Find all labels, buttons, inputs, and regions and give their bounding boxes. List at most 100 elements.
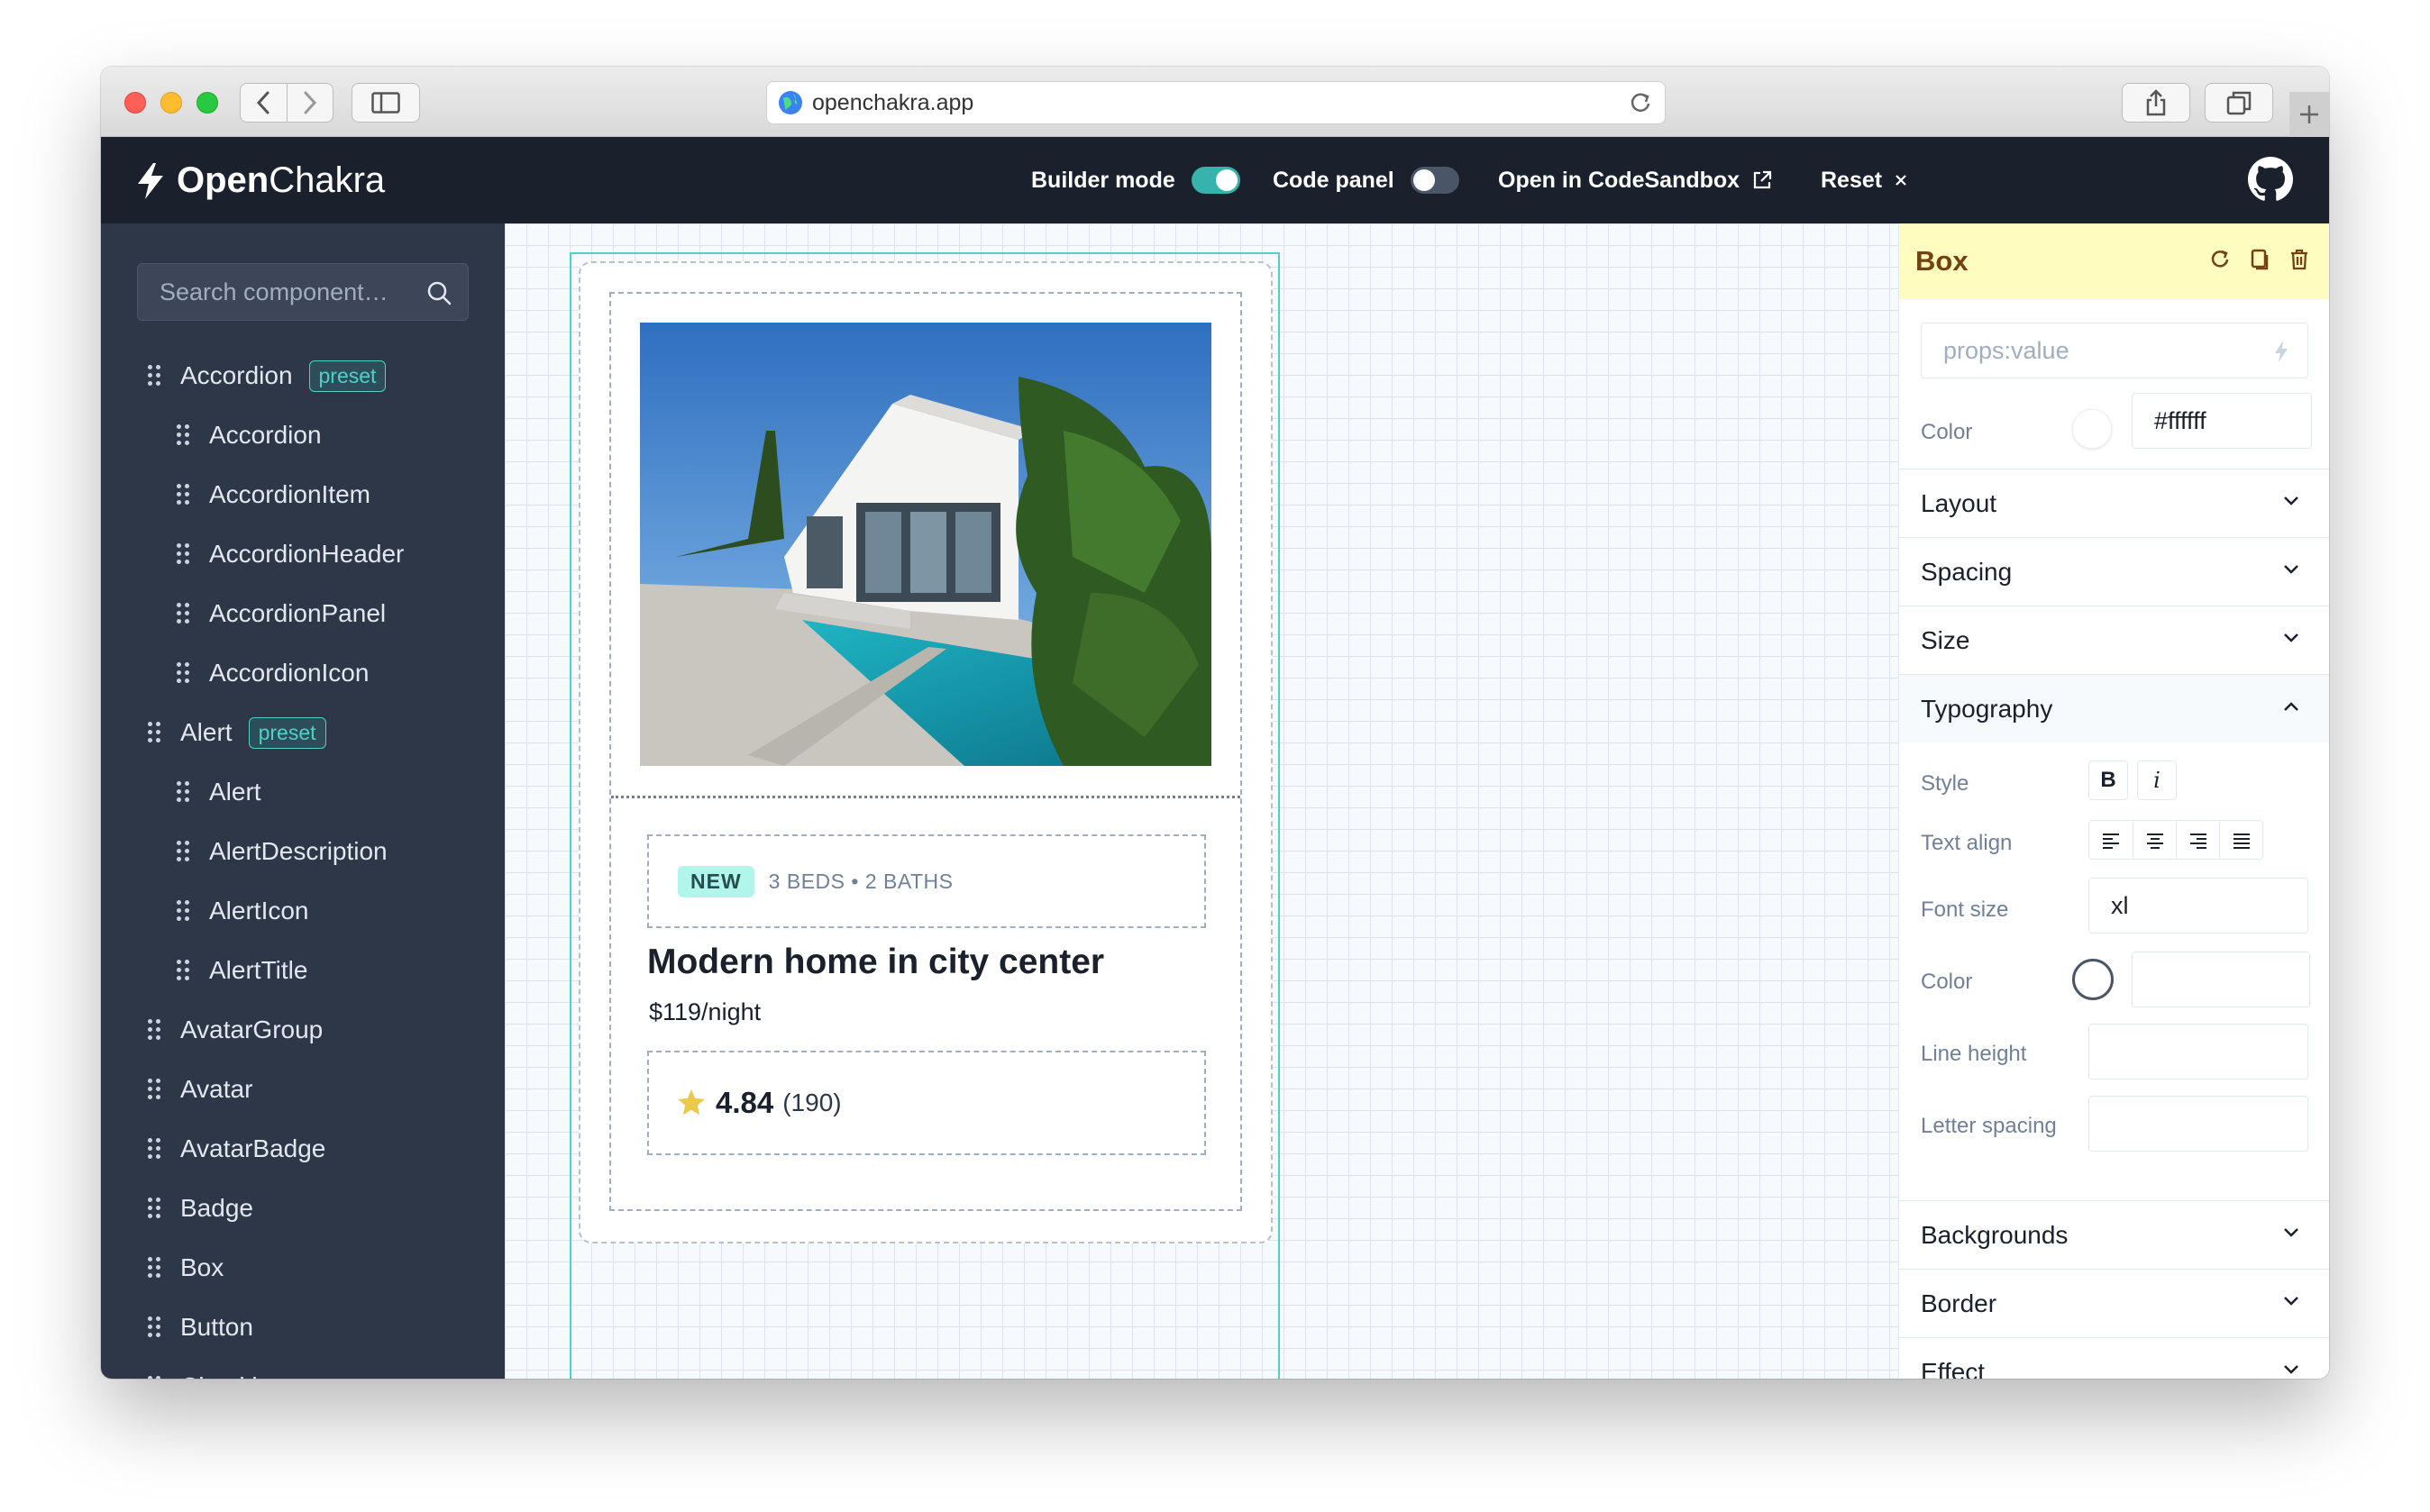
sidebar-item[interactable]: Checkbox	[101, 1357, 505, 1379]
code-panel-toggle[interactable]	[1410, 167, 1459, 194]
sidebar-item[interactable]: AvatarBadge	[101, 1119, 505, 1179]
drag-handle-icon[interactable]	[177, 543, 189, 565]
sidebar-item[interactable]: AvatarGroup	[101, 1000, 505, 1060]
logo[interactable]: OpenChakra	[135, 160, 385, 201]
text-color-swatch[interactable]	[2072, 959, 2114, 1000]
new-tab-button[interactable]	[2289, 92, 2329, 137]
builder-mode-control: Builder mode	[1031, 137, 1240, 223]
drag-handle-icon[interactable]	[177, 960, 189, 981]
align-justify-button[interactable]	[2219, 821, 2262, 859]
sidebar-item[interactable]: AlertTitle	[101, 941, 505, 1000]
reload-icon[interactable]	[1629, 91, 1652, 114]
tab-overview-button[interactable]	[2205, 83, 2273, 123]
bolt-icon	[2275, 341, 2288, 362]
sidebar-item[interactable]: AlertIcon	[101, 881, 505, 941]
selected-component-title: Box	[1915, 245, 1969, 277]
drag-handle-icon[interactable]	[148, 365, 160, 387]
sidebar-icon	[371, 92, 400, 114]
search-icon[interactable]	[426, 280, 452, 305]
sidebar-toggle-button[interactable]	[352, 83, 420, 123]
sidebar-item[interactable]: Alert	[101, 762, 505, 822]
sidebar-item-label: Box	[180, 1253, 224, 1281]
inspector-panel: Box Color #ffffff Layout Spacing Size	[1898, 223, 2329, 1379]
text-color-input[interactable]	[2132, 952, 2310, 1007]
chevron-up-icon	[2284, 702, 2298, 711]
sidebar-item[interactable]: AlertDescription	[101, 822, 505, 881]
sidebar-item[interactable]: Alert preset	[101, 703, 505, 762]
trash-icon[interactable]	[2289, 249, 2309, 270]
back-button[interactable]	[241, 84, 287, 122]
drag-handle-icon[interactable]	[177, 781, 189, 803]
align-center-button[interactable]	[2133, 821, 2176, 859]
close-window-button[interactable]	[124, 92, 146, 114]
codesandbox-button[interactable]: Open in CodeSandbox	[1498, 137, 1772, 223]
forward-button[interactable]	[286, 84, 333, 122]
meta-row-box[interactable]: NEW 3 BEDS • 2 BATHS	[647, 834, 1206, 928]
drag-handle-icon[interactable]	[148, 722, 160, 743]
section-size[interactable]: Size	[1899, 606, 2329, 674]
duplicate-icon[interactable]	[2250, 249, 2270, 270]
sidebar-item[interactable]: Accordion preset	[101, 346, 505, 405]
section-layout[interactable]: Layout	[1899, 469, 2329, 537]
section-backgrounds[interactable]: Backgrounds	[1899, 1200, 2329, 1269]
drag-handle-icon[interactable]	[148, 1316, 160, 1338]
sidebar-item[interactable]: Button	[101, 1298, 505, 1357]
sidebar-item[interactable]: AccordionIcon	[101, 643, 505, 703]
drag-handle-icon[interactable]	[177, 424, 189, 446]
drag-handle-icon[interactable]	[148, 1376, 160, 1379]
section-typography[interactable]: Typography	[1899, 674, 2329, 742]
maximize-window-button[interactable]	[196, 92, 218, 114]
drag-handle-icon[interactable]	[148, 1138, 160, 1160]
section-border[interactable]: Border	[1899, 1269, 2329, 1337]
italic-button[interactable]: i	[2137, 761, 2177, 800]
section-spacing-label: Spacing	[1921, 557, 2013, 586]
sidebar-item[interactable]: AccordionItem	[101, 465, 505, 524]
sidebar-item[interactable]: Accordion	[101, 405, 505, 465]
image-box[interactable]	[611, 294, 1240, 798]
section-spacing[interactable]: Spacing	[1899, 537, 2329, 606]
props-input[interactable]	[1943, 336, 2250, 365]
sidebar-item[interactable]: AccordionHeader	[101, 524, 505, 584]
card-body[interactable]: NEW 3 BEDS • 2 BATHS Modern home in city…	[609, 292, 1242, 1211]
letter-spacing-input[interactable]	[2088, 1096, 2308, 1152]
share-button[interactable]	[2122, 83, 2190, 123]
align-left-button[interactable]	[2089, 821, 2133, 859]
bg-color-input[interactable]: #ffffff	[2132, 393, 2312, 449]
star-icon	[678, 1089, 705, 1116]
address-bar[interactable]: openchakra.app	[766, 81, 1666, 124]
sidebar-item-label: AccordionHeader	[209, 540, 405, 568]
drag-handle-icon[interactable]	[177, 900, 189, 922]
builder-canvas[interactable]: NEW 3 BEDS • 2 BATHS Modern home in city…	[505, 223, 1898, 1379]
sidebar-item[interactable]: Avatar	[101, 1060, 505, 1119]
sidebar-item[interactable]: Box	[101, 1238, 505, 1298]
sidebar-item[interactable]: Badge	[101, 1179, 505, 1238]
drag-handle-icon[interactable]	[177, 841, 189, 862]
font-size-input[interactable]: xl	[2088, 878, 2308, 934]
drag-handle-icon[interactable]	[148, 1019, 160, 1041]
bold-button[interactable]: B	[2088, 761, 2128, 800]
bg-color-swatch[interactable]	[2072, 409, 2112, 449]
reset-props-icon[interactable]	[2210, 249, 2230, 269]
reset-button[interactable]: Reset	[1821, 137, 1907, 223]
drag-handle-icon[interactable]	[148, 1257, 160, 1279]
drag-handle-icon[interactable]	[148, 1079, 160, 1100]
drag-handle-icon[interactable]	[177, 662, 189, 684]
rating-box[interactable]: 4.84 (190)	[647, 1051, 1206, 1155]
drag-handle-icon[interactable]	[177, 603, 189, 624]
minimize-window-button[interactable]	[160, 92, 182, 114]
search-input[interactable]	[160, 278, 421, 306]
section-effect[interactable]: Effect	[1899, 1337, 2329, 1379]
sidebar-item-label: Checkbox	[180, 1372, 293, 1379]
github-icon[interactable]	[2248, 157, 2293, 202]
drag-handle-icon[interactable]	[177, 484, 189, 506]
globe-icon	[779, 91, 802, 114]
rating-value: 4.84	[716, 1086, 774, 1119]
sidebar-item[interactable]: AccordionPanel	[101, 584, 505, 643]
line-height-input[interactable]	[2088, 1024, 2308, 1079]
align-right-button[interactable]	[2176, 821, 2219, 859]
new-badge: NEW	[678, 865, 754, 897]
builder-mode-toggle[interactable]	[1191, 167, 1240, 194]
house-photo[interactable]	[640, 323, 1211, 766]
preset-badge: preset	[248, 716, 326, 749]
drag-handle-icon[interactable]	[148, 1198, 160, 1219]
